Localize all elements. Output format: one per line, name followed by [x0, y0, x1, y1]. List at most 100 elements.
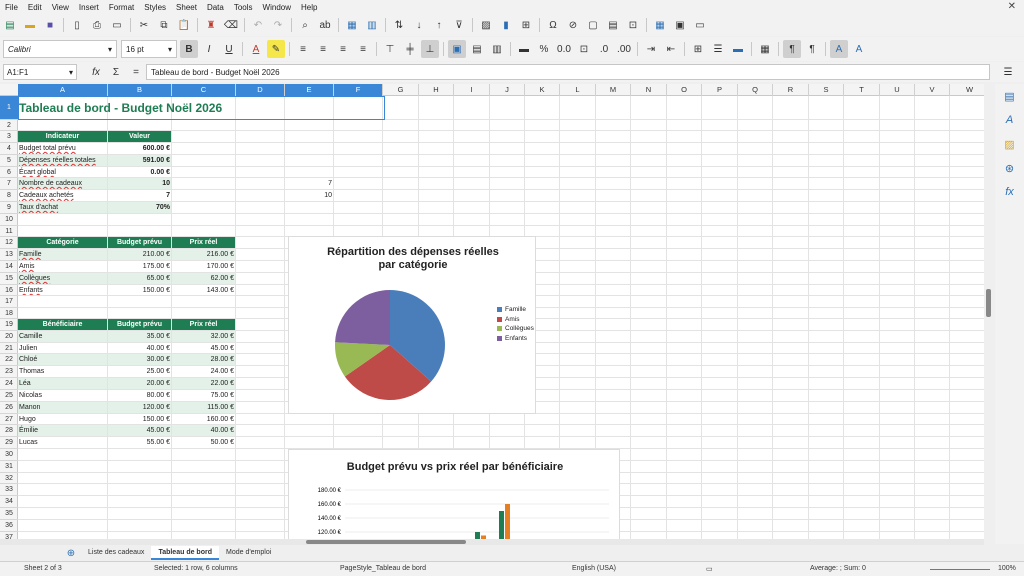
increase-indent-icon[interactable]: ⇥ — [642, 40, 660, 58]
paste-icon[interactable]: 📋 — [175, 16, 193, 34]
category-real-price[interactable]: 62.00 € — [172, 273, 235, 284]
category-real-price[interactable]: 170.00 € — [172, 261, 235, 272]
row-header-31[interactable]: 31 — [0, 461, 18, 473]
column-header-a[interactable]: A — [18, 84, 108, 96]
insert-chart-icon[interactable]: ▮ — [497, 16, 515, 34]
beneficiary-name[interactable]: Nicolas — [18, 390, 107, 401]
column-header-b[interactable]: B — [108, 84, 172, 96]
hyperlink-icon[interactable]: ⊘ — [564, 16, 582, 34]
beneficiary-name[interactable]: Léa — [18, 378, 107, 389]
align-top-icon[interactable]: ⊤ — [381, 40, 399, 58]
summary-value[interactable]: 591.00 € — [108, 155, 171, 166]
menu-format[interactable]: Format — [104, 3, 139, 12]
row-header-29[interactable]: 29 — [0, 437, 18, 449]
new-document-icon[interactable]: ▤ — [1, 16, 19, 34]
table-header[interactable]: Budget prévu — [108, 319, 171, 330]
bar-chart[interactable]: Budget prévu vs prix réel par bénéficiai… — [288, 449, 620, 539]
print-preview-icon[interactable]: ▭ — [108, 16, 126, 34]
merge-cells-icon[interactable]: ▥ — [488, 40, 506, 58]
date-format-icon[interactable]: ⊡ — [575, 40, 593, 58]
insert-image-icon[interactable]: ▨ — [477, 16, 495, 34]
category-budget[interactable]: 150.00 € — [108, 285, 171, 295]
delete-decimal-icon[interactable]: .00 — [615, 40, 633, 58]
beneficiary-name[interactable]: Hugo — [18, 414, 107, 424]
table-header[interactable]: Indicateur — [18, 131, 107, 142]
column-header-i[interactable]: I — [454, 84, 490, 96]
column-header-d[interactable]: D — [236, 84, 285, 96]
row-header-37[interactable]: 37 — [0, 532, 18, 539]
column-header-u[interactable]: U — [880, 84, 915, 96]
summary-label[interactable]: Dépenses réelles totales — [18, 155, 107, 166]
column-header-w[interactable]: W — [950, 84, 984, 96]
column-header-t[interactable]: T — [844, 84, 880, 96]
clear-formatting-icon[interactable]: ⌫ — [222, 16, 240, 34]
beneficiary-real-price[interactable]: 115.00 € — [172, 402, 235, 413]
undo-icon[interactable]: ↶ — [249, 16, 267, 34]
row-header-30[interactable]: 30 — [0, 449, 18, 461]
name-box[interactable]: A1:F1 ▾ — [3, 64, 77, 80]
category-name[interactable]: Enfants — [18, 285, 107, 295]
row-icon[interactable]: ▦ — [343, 16, 361, 34]
summary-value[interactable]: 7 — [108, 190, 171, 201]
page-style[interactable]: PageStyle_Tableau de bord — [340, 565, 426, 572]
summary-label[interactable]: Écart global — [18, 167, 107, 177]
row-header-6[interactable]: 6 — [0, 167, 18, 178]
column-header-s[interactable]: S — [809, 84, 844, 96]
find-replace-icon[interactable]: ⌕ — [296, 16, 314, 34]
bar-reel[interactable] — [505, 504, 510, 539]
row-header-19[interactable]: 19 — [0, 319, 18, 331]
row-header-36[interactable]: 36 — [0, 520, 18, 532]
beneficiary-name[interactable]: Lucas — [18, 437, 107, 448]
beneficiary-budget[interactable]: 45.00 € — [108, 425, 171, 436]
number-format-icon[interactable]: 0.0 — [555, 40, 573, 58]
border-style-icon[interactable]: ☰ — [709, 40, 727, 58]
row-header-1[interactable]: 1 — [0, 96, 18, 120]
redo-icon[interactable]: ↷ — [269, 16, 287, 34]
column-header-p[interactable]: P — [702, 84, 738, 96]
beneficiary-name[interactable]: Thomas — [18, 366, 107, 377]
menu-help[interactable]: Help — [296, 3, 322, 12]
italic-icon[interactable]: I — [200, 40, 218, 58]
copy-icon[interactable]: ⧉ — [155, 16, 173, 34]
beneficiary-budget[interactable]: 40.00 € — [108, 343, 171, 353]
column-icon[interactable]: ▥ — [363, 16, 381, 34]
styles-icon[interactable]: A — [995, 108, 1024, 132]
category-name[interactable]: Amis — [18, 261, 107, 272]
sum-icon[interactable]: Σ — [107, 63, 125, 81]
functions-icon[interactable]: fx — [995, 180, 1024, 204]
summary-value[interactable]: 70% — [108, 202, 171, 213]
beneficiary-real-price[interactable]: 24.00 € — [172, 366, 235, 377]
beneficiary-real-price[interactable]: 50.00 € — [172, 437, 235, 448]
align-right-icon[interactable]: ≡ — [334, 40, 352, 58]
row-header-9[interactable]: 9 — [0, 202, 18, 214]
row-header-34[interactable]: 34 — [0, 496, 18, 508]
column-header-l[interactable]: L — [560, 84, 596, 96]
bold-icon[interactable]: B — [180, 40, 198, 58]
add-decimal-icon[interactable]: .0 — [595, 40, 613, 58]
align-bottom-icon[interactable]: ⊥ — [421, 40, 439, 58]
highlight-color-icon[interactable]: ✎ — [267, 40, 285, 58]
column-header-f[interactable]: F — [334, 84, 383, 96]
table-header[interactable]: Valeur — [108, 131, 171, 142]
table-header[interactable]: Budget prévu — [108, 237, 171, 248]
summary-value[interactable]: 600.00 € — [108, 143, 171, 154]
scroll-thumb[interactable] — [306, 540, 466, 544]
language[interactable]: English (USA) — [572, 565, 616, 572]
table-header[interactable]: Catégorie — [18, 237, 107, 248]
category-name[interactable]: Collègues — [18, 273, 107, 284]
spelling-icon[interactable]: ab — [316, 16, 334, 34]
beneficiary-budget[interactable]: 20.00 € — [108, 378, 171, 389]
merge-center-icon[interactable]: ▣ — [448, 40, 466, 58]
zoom-slider[interactable] — [930, 569, 990, 570]
row-header-11[interactable]: 11 — [0, 226, 18, 237]
vertical-scrollbar[interactable] — [984, 84, 994, 539]
cut-icon[interactable]: ✂ — [135, 16, 153, 34]
print-icon[interactable]: ⎙ — [88, 16, 106, 34]
row-header-2[interactable]: 2 — [0, 120, 18, 131]
beneficiary-budget[interactable]: 25.00 € — [108, 366, 171, 377]
conditional-format-icon[interactable]: ▦ — [756, 40, 774, 58]
row-header-5[interactable]: 5 — [0, 155, 18, 167]
row-header-27[interactable]: 27 — [0, 414, 18, 425]
row-header-33[interactable]: 33 — [0, 484, 18, 496]
underline-icon[interactable]: U — [220, 40, 238, 58]
